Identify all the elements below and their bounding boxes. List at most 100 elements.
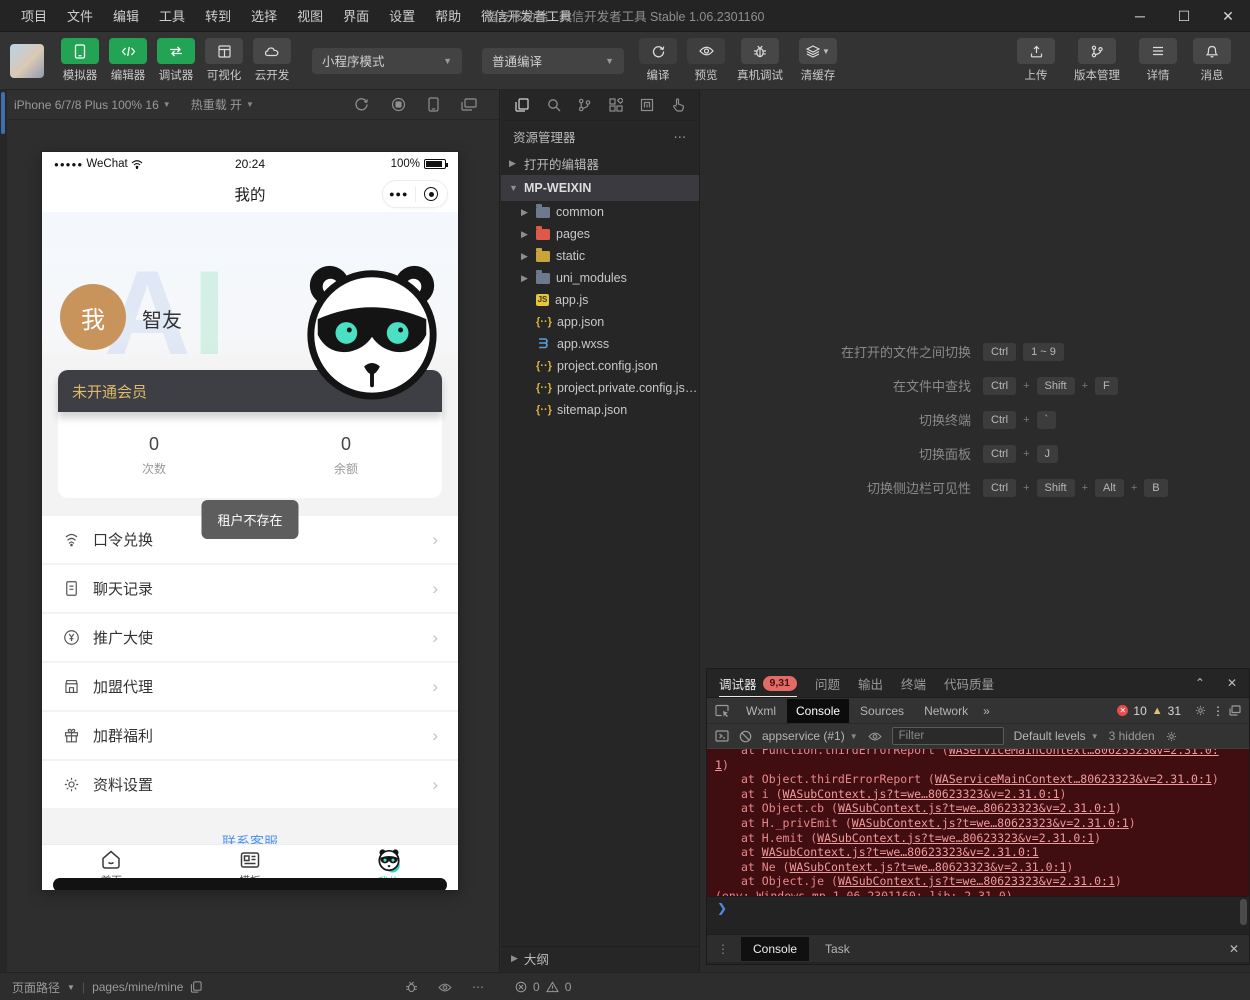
clear-console-icon[interactable] <box>739 730 752 743</box>
tree-file-appjson[interactable]: {··}app.json <box>501 311 699 333</box>
tree-file-appwxss[interactable]: ᗱapp.wxss <box>501 333 699 355</box>
run-command-icon[interactable] <box>715 730 729 742</box>
more-actions-icon[interactable]: ⋯ <box>674 129 688 144</box>
visualization-toggle-button[interactable]: 可视化 <box>200 38 248 83</box>
tab-output[interactable]: 输出 <box>858 674 883 693</box>
git-branch-icon[interactable] <box>578 98 591 112</box>
files-icon[interactable] <box>515 98 529 112</box>
user-avatar[interactable] <box>10 44 44 78</box>
stack-link[interactable]: WASubContext.js?t=we…80623323&v=2.31.0:1 <box>838 801 1115 815</box>
close-panel-icon[interactable]: ✕ <box>1227 676 1237 690</box>
drag-handle-icon[interactable]: ⋮ <box>717 942 729 956</box>
tree-file-project-private-config[interactable]: {··}project.private.config.js… <box>501 377 699 399</box>
tab-code-quality[interactable]: 代码质量 <box>944 674 994 693</box>
more-tabs-icon[interactable]: » <box>983 704 990 718</box>
simulator-toggle-button[interactable]: 模拟器 <box>56 38 104 83</box>
kebab-menu-icon[interactable]: ⋮ <box>1212 704 1224 718</box>
more-menu-button[interactable]: ●●● <box>383 189 415 199</box>
stat-balance[interactable]: 0 余额 <box>250 412 442 498</box>
menu-item-profile-settings[interactable]: 资料设置› <box>42 761 458 808</box>
console-prompt[interactable]: ❯ <box>707 896 1249 934</box>
menu-settings[interactable]: 设置 <box>380 2 424 29</box>
devtools-tab-network[interactable]: Network <box>915 699 977 723</box>
rotate-icon[interactable] <box>354 97 369 112</box>
tab-debugger[interactable]: 调试器 9,31 <box>719 669 797 697</box>
tree-folder-static[interactable]: ▶static <box>501 245 699 267</box>
eye-icon[interactable] <box>438 983 452 992</box>
tab-problems[interactable]: 问题 <box>815 674 840 693</box>
extensions-icon[interactable] <box>609 98 623 112</box>
devtools-tab-wxml[interactable]: Wxml <box>737 699 785 723</box>
record-icon[interactable] <box>391 97 406 112</box>
stack-link[interactable]: WASubContext.js?t=we…80623323&v=2.31.0:1 <box>838 874 1115 888</box>
menu-select[interactable]: 选择 <box>242 2 286 29</box>
bottom-tab-console[interactable]: Console <box>741 937 809 961</box>
menu-help[interactable]: 帮助 <box>426 2 470 29</box>
left-scrollbar[interactable] <box>0 90 7 972</box>
menu-file[interactable]: 文件 <box>58 2 102 29</box>
version-management-button[interactable]: 版本管理 <box>1066 38 1128 83</box>
console-scrollbar[interactable] <box>1240 899 1247 925</box>
menu-interface[interactable]: 界面 <box>334 2 378 29</box>
compile-button[interactable]: 编译 <box>634 38 682 83</box>
console-settings-icon[interactable] <box>1165 730 1178 743</box>
warning-count[interactable]: 31 <box>1168 704 1181 718</box>
debugger-toggle-button[interactable]: 调试器 <box>152 38 200 83</box>
tree-folder-uni-modules[interactable]: ▶uni_modules <box>501 267 699 289</box>
bug-icon[interactable] <box>405 981 418 993</box>
multi-window-icon[interactable] <box>461 97 477 112</box>
menu-item-group-benefits[interactable]: 加群福利› <box>42 712 458 759</box>
tab-terminal[interactable]: 终端 <box>901 674 926 693</box>
stack-link[interactable]: WASubContext.js?t=we…80623323&v=2.31.0:1 <box>852 816 1129 830</box>
tree-file-sitemap[interactable]: {··}sitemap.json <box>501 399 699 421</box>
hot-reload-toggle[interactable]: 热重载 开 <box>191 96 242 113</box>
more-actions-icon[interactable]: ⋯ <box>472 980 484 994</box>
copy-icon[interactable] <box>190 981 202 993</box>
console-output[interactable]: at Function.thirdErrorReport (WAServiceM… <box>707 749 1249 896</box>
page-path-label[interactable]: 页面路径 <box>12 979 60 996</box>
tree-folder-pages[interactable]: ▶pages <box>501 223 699 245</box>
devtools-tab-console[interactable]: Console <box>787 699 849 723</box>
menu-item-ambassador[interactable]: 推广大使› <box>42 614 458 661</box>
tree-folder-common[interactable]: ▶common <box>501 201 699 223</box>
close-button[interactable]: ✕ <box>1206 0 1250 32</box>
menu-edit[interactable]: 编辑 <box>104 2 148 29</box>
stack-link[interactable]: WASubContext.js?t=we…80623323&v=2.31.0:1 <box>762 845 1039 859</box>
tree-file-appjs[interactable]: JSapp.js <box>501 289 699 311</box>
console-filter-input[interactable] <box>892 727 1004 745</box>
npm-box-icon[interactable] <box>640 98 654 112</box>
stack-link[interactable]: WASubContext.js?t=we…80623323&v=2.31.0:1 <box>817 831 1094 845</box>
close-console-icon[interactable]: ✕ <box>1229 942 1239 956</box>
menu-goto[interactable]: 转到 <box>196 2 240 29</box>
clear-cache-button[interactable]: ▼ 清缓存 <box>790 38 846 83</box>
open-editors-section[interactable]: ▶ 打开的编辑器 <box>501 151 699 175</box>
devtools-tab-sources[interactable]: Sources <box>851 699 913 723</box>
device-select[interactable]: iPhone 6/7/8 Plus 100% 16 <box>14 98 159 112</box>
preview-button[interactable]: 预览 <box>682 38 730 83</box>
hand-pointer-icon[interactable] <box>672 98 685 112</box>
outline-section[interactable]: ▶ 大纲 <box>501 946 699 970</box>
compile-mode-select[interactable]: 普通编译 ▼ <box>482 48 624 74</box>
cloud-dev-button[interactable]: 云开发 <box>248 38 296 83</box>
device-debug-button[interactable]: 真机调试 <box>730 38 790 83</box>
menu-project[interactable]: 项目 <box>12 2 56 29</box>
stack-link[interactable]: WAServiceMainContext…80623323&v=2.31.0: <box>949 749 1219 757</box>
devtools-settings-icon[interactable] <box>1194 704 1207 717</box>
menu-tools[interactable]: 工具 <box>150 2 194 29</box>
stack-link[interactable]: WAServiceMainContext…80623323&v=2.31.0:1 <box>935 772 1212 786</box>
tree-file-project-config[interactable]: {··}project.config.json <box>501 355 699 377</box>
dock-side-icon[interactable] <box>1229 705 1241 716</box>
upload-button[interactable]: 上传 <box>1012 38 1060 83</box>
search-icon[interactable] <box>547 98 561 112</box>
stack-link[interactable]: WASubContext.js?t=we…80623323&v=2.31.0:1 <box>783 787 1060 801</box>
eye-icon[interactable] <box>868 732 882 741</box>
project-root-item[interactable]: ▼ MP-WEIXIN <box>501 175 699 201</box>
inspect-element-icon[interactable] <box>715 704 729 717</box>
stack-link[interactable]: WASubContext.js?t=we…80623323&v=2.31.0:1 <box>789 860 1066 874</box>
context-select[interactable]: appservice (#1) ▼ <box>762 729 858 743</box>
error-count[interactable]: 10 <box>1133 704 1146 718</box>
profile-avatar[interactable]: 我 <box>60 284 126 350</box>
mode-select[interactable]: 小程序模式 ▼ <box>312 48 462 74</box>
bottom-tab-task[interactable]: Task <box>813 937 862 961</box>
minimize-button[interactable]: ─ <box>1118 0 1162 32</box>
